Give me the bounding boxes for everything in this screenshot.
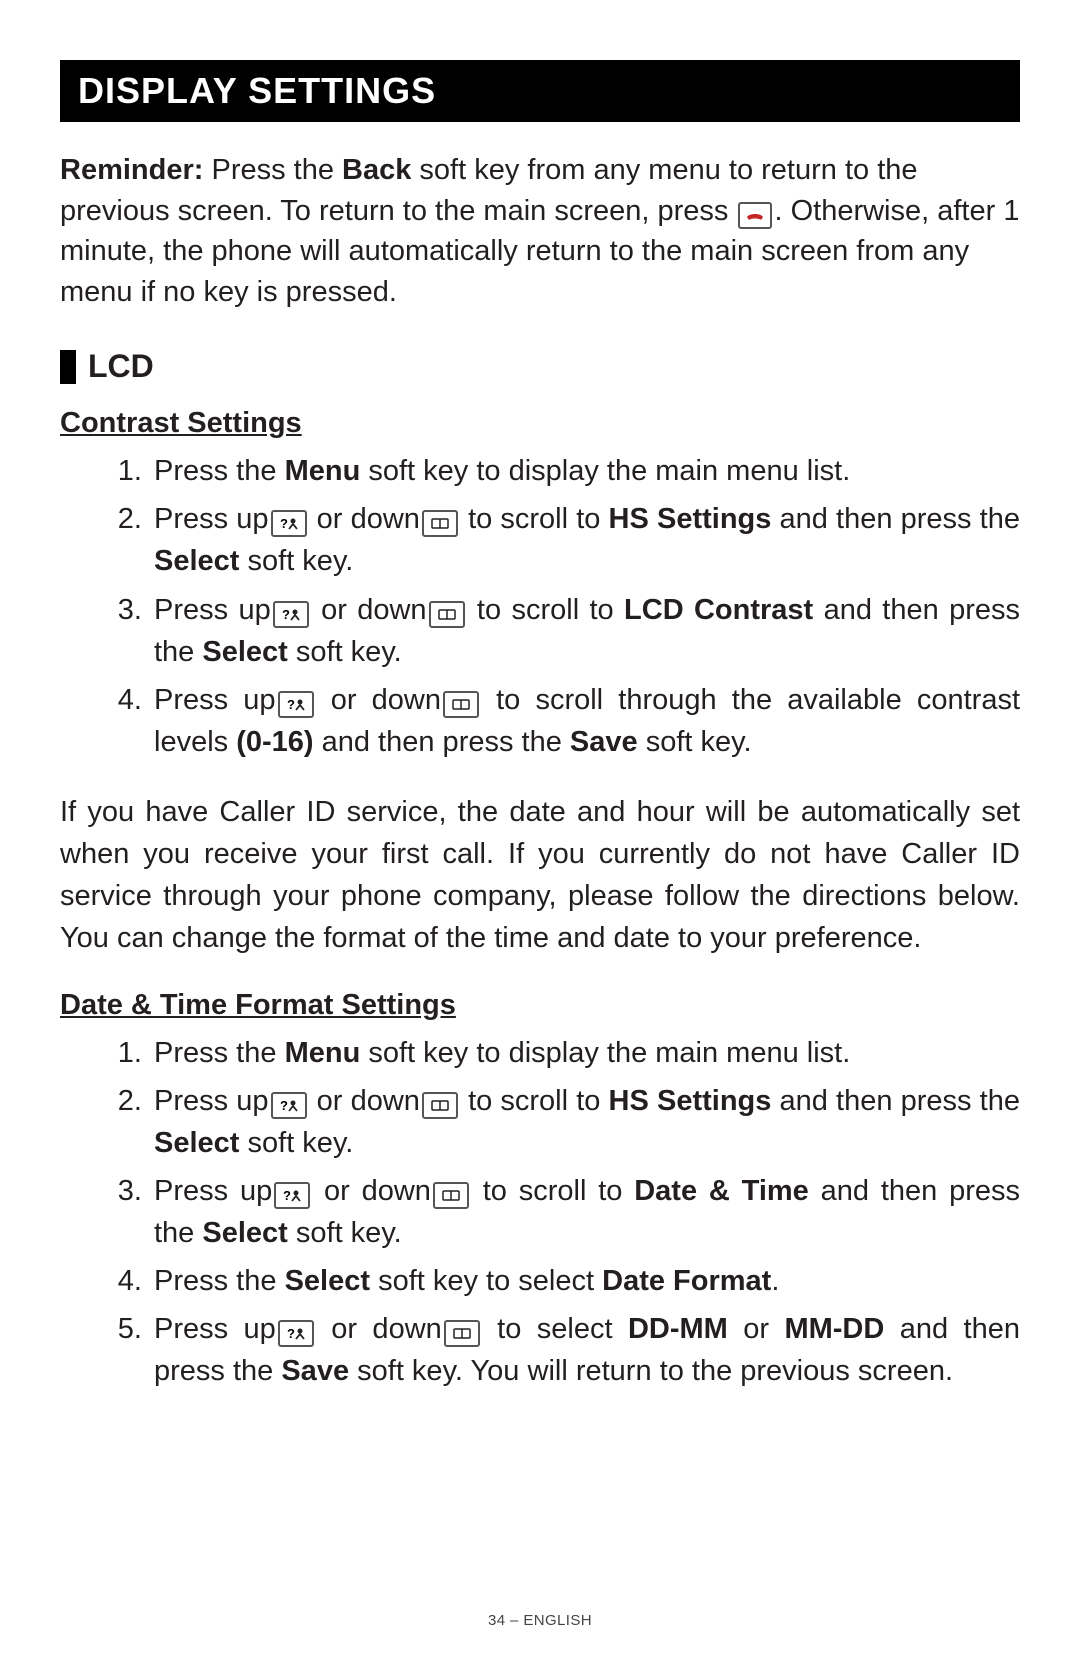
datetime-steps-list: Press the Menu soft key to display the m… [60,1032,1020,1392]
lcd-section-header: LCD [60,348,1020,385]
down-key-icon [443,691,479,718]
list-item: Press up? or down to select DD-MM or MM-… [150,1308,1020,1392]
up-key-icon: ? [271,510,307,537]
up-key-icon: ? [278,691,314,718]
svg-text:?: ? [287,1326,295,1340]
datetime-subheading: Date & Time Format Settings [60,989,1020,1022]
list-item: Press the Select soft key to select Date… [150,1260,1020,1302]
down-key-icon [444,1320,480,1347]
svg-text:?: ? [287,697,295,711]
down-key-icon [422,1092,458,1119]
list-item: Press up? or down to scroll to HS Settin… [150,1080,1020,1164]
reminder-label: Reminder: [60,154,203,186]
list-item: Press the Menu soft key to display the m… [150,1032,1020,1074]
lcd-heading: LCD [88,348,154,385]
list-item: Press up? or down to scroll to Date & Ti… [150,1170,1020,1254]
section-marker-icon [60,350,76,384]
svg-text:?: ? [280,516,288,530]
svg-text:?: ? [282,607,290,621]
down-key-icon [433,1182,469,1209]
up-key-icon: ? [271,1092,307,1119]
page-title-bar: DISPLAY SETTINGS [60,60,1020,122]
page-title: DISPLAY SETTINGS [78,70,436,111]
down-key-icon [422,510,458,537]
up-key-icon: ? [273,601,309,628]
up-key-icon: ? [278,1320,314,1347]
list-item: Press up? or down to scroll to HS Settin… [150,498,1020,582]
list-item: Press up? or down to scroll to LCD Contr… [150,589,1020,673]
contrast-subheading: Contrast Settings [60,407,1020,440]
list-item: Press up? or down to scroll through the … [150,679,1020,763]
page-footer: 34 – ENGLISH [0,1612,1080,1629]
reminder-paragraph: Reminder: Press the Back soft key from a… [60,150,1020,312]
callerid-paragraph: If you have Caller ID service, the date … [60,791,1020,959]
svg-text:?: ? [283,1188,291,1202]
up-key-icon: ? [274,1182,310,1209]
contrast-steps-list: Press the Menu soft key to display the m… [60,450,1020,762]
down-key-icon [429,601,465,628]
list-item: Press the Menu soft key to display the m… [150,450,1020,492]
svg-text:?: ? [280,1098,288,1112]
phone-end-icon [738,202,772,229]
